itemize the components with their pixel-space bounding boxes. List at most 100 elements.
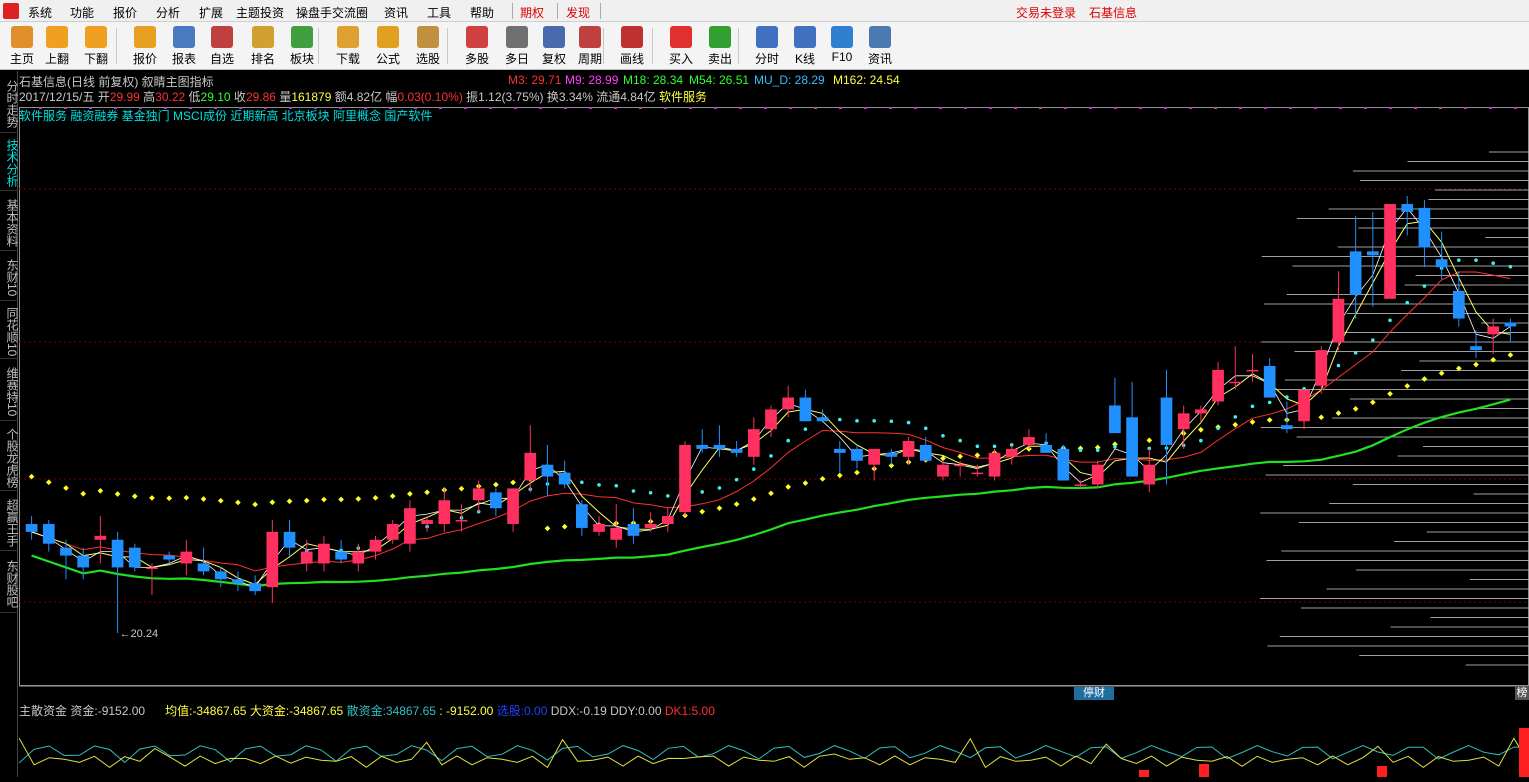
toolbar-rank-button[interactable]: 排名	[243, 24, 283, 68]
top-marker	[1039, 107, 1042, 109]
toolbar-adjust-button[interactable]: 复权	[534, 24, 574, 68]
toolbar-home-button[interactable]: 主页	[2, 24, 42, 68]
toolbar-arrow-down-button[interactable]: 下翻	[76, 24, 116, 68]
toolbar-kline-button[interactable]: K线	[785, 24, 825, 68]
toolbar-select-stock-button[interactable]: 选股	[408, 24, 448, 68]
tag-stop-finance[interactable]: 停财	[1074, 687, 1114, 700]
candle-body	[1263, 365, 1276, 398]
toolbar-f10-button[interactable]: F10	[822, 24, 862, 68]
cyan-dot	[717, 486, 722, 490]
toolbar-download-button[interactable]: 下载	[328, 24, 368, 68]
menu-news[interactable]: 资讯	[384, 4, 408, 21]
app-logo-icon[interactable]	[3, 3, 19, 19]
yellow-dot	[269, 499, 276, 506]
yellow-dot	[97, 487, 104, 494]
candle-body	[902, 441, 915, 457]
yellow-dot	[733, 501, 740, 507]
candle-body	[25, 523, 38, 532]
top-marker	[1464, 107, 1467, 109]
concept-tags[interactable]: 软件服务 融资融券 基金独门 MSCI成份 近期新高 北京板块 阿里概念 国产软…	[19, 107, 432, 124]
toolbar: 主页 上翻 下翻 报价 报表 自选 排名 板块 下载 公式 选股 多股 多日 复权 周期 画线 买入 卖出 分时 K线…	[0, 22, 1529, 70]
toolbar-f6-button[interactable]: 自选	[202, 24, 242, 68]
candle-body	[1435, 259, 1448, 268]
menu-analysis[interactable]: 分析	[156, 4, 180, 21]
toolbar-formula-button[interactable]: 公式	[368, 24, 408, 68]
ohlc-row: 2017/12/15/五 开29.99 高30.22 低29.10 收29.86…	[19, 90, 707, 104]
menu-extend[interactable]: 扩展	[199, 4, 223, 21]
cyan-dot	[837, 417, 842, 422]
candle-body	[197, 563, 210, 572]
top-marker	[1139, 107, 1142, 109]
menu-function[interactable]: 功能	[70, 4, 94, 21]
toolbar-report-button[interactable]: 报表	[164, 24, 204, 68]
left-tab-3[interactable]: 东财10	[0, 253, 19, 301]
top-marker	[514, 107, 517, 109]
chart-info-bar: 石基信息(日线 前复权) 叙睛主图指标 M3: 29.71 M9: 28.99 …	[19, 71, 1529, 107]
cyan-dot	[648, 491, 653, 495]
menu-bar: 系统 功能 报价 分析 扩展 主题投资 操盘手交流圈 资讯 工具 帮助 期权 发…	[0, 0, 1529, 22]
candle-body	[421, 520, 433, 524]
toolbar-sell-button[interactable]: 卖出	[700, 24, 740, 68]
current-stock-name: 石基信息	[1089, 6, 1138, 20]
left-tab-1[interactable]: 技术分析	[0, 133, 19, 191]
toolbar-multi-day-button[interactable]: 多日	[497, 24, 537, 68]
left-tab-5[interactable]: 维赛特10	[0, 361, 19, 421]
cyan-dot	[941, 433, 945, 438]
toolbar-draw-line-button[interactable]: 画线	[612, 24, 652, 68]
toolbar-arrow-up-button[interactable]: 上翻	[37, 24, 77, 68]
menu-discover[interactable]: 发现	[566, 4, 590, 21]
toolbar-price-button[interactable]: 报价	[125, 24, 165, 68]
login-status[interactable]: 交易未登录	[1016, 4, 1076, 21]
cyan-dot	[734, 477, 739, 482]
yellow-dot	[1335, 410, 1342, 416]
left-tab-2[interactable]: 基本资料	[0, 193, 19, 251]
download-icon	[337, 26, 359, 48]
yellow-dot	[1352, 406, 1359, 412]
top-marker	[1064, 107, 1067, 109]
left-tab-4[interactable]: 同花顺10	[0, 303, 19, 359]
candle-body	[1074, 484, 1087, 486]
toolbar-intraday-button[interactable]: 分时	[747, 24, 787, 68]
menu-tools[interactable]: 工具	[427, 4, 451, 21]
candle-body	[576, 504, 588, 528]
left-tab-8[interactable]: 东财股吧	[0, 553, 19, 613]
toolbar-divider	[318, 28, 319, 64]
cyan-dot	[1095, 448, 1100, 453]
toolbar-multi-stock-button[interactable]: 多股	[457, 24, 497, 68]
menu-options[interactable]: 期权	[520, 4, 544, 21]
cyan-dot	[889, 419, 894, 424]
candle-body	[1091, 464, 1104, 485]
menu-trader-circle[interactable]: 操盘手交流圈	[296, 4, 368, 21]
yellow-dot	[1490, 357, 1497, 363]
kline-chart[interactable]: ←20.24 软件服务 融资融券 基金独门 MSCI成份 近期新高 北京板块 阿…	[19, 107, 1529, 686]
yellow-dot	[45, 479, 52, 486]
tag-rank[interactable]: 榜	[1515, 687, 1529, 700]
menu-quote[interactable]: 报价	[113, 4, 137, 21]
yellow-dot	[716, 505, 723, 511]
left-tab-0[interactable]: 分时走势	[0, 73, 19, 133]
toolbar-f8-button[interactable]: 周期	[570, 24, 610, 68]
candle-body	[627, 523, 640, 536]
menu-theme-invest[interactable]: 主题投资	[236, 4, 284, 21]
toolbar-button-label: 画线	[619, 52, 644, 66]
toolbar-news-button[interactable]: 资讯	[860, 24, 900, 68]
top-marker	[1289, 107, 1292, 109]
sub-indicator-svg[interactable]	[18, 718, 1529, 777]
top-marker	[789, 107, 792, 109]
cyan-dot	[1285, 395, 1289, 399]
candle-body	[782, 397, 795, 410]
sub-bar	[1519, 728, 1529, 777]
sub-indicator-chart[interactable]	[18, 718, 1529, 777]
ma-mu-d: MU_D: 28.29	[754, 73, 825, 87]
menu-system[interactable]: 系统	[28, 4, 52, 21]
menu-help[interactable]: 帮助	[470, 4, 494, 21]
yellow-dot	[131, 493, 138, 500]
toolbar-buy-button[interactable]: 买入	[661, 24, 701, 68]
left-tab-7[interactable]: 超赢王手	[0, 493, 19, 551]
left-tab-6[interactable]: 个股龙虎榜	[0, 423, 19, 491]
toolbar-button-label: F10	[831, 50, 853, 64]
kline-svg[interactable]: ←20.24	[19, 107, 1529, 686]
toolbar-sector-button[interactable]: 板块	[282, 24, 322, 68]
yellow-dot	[1146, 437, 1153, 444]
cyan-dot	[1078, 448, 1083, 453]
